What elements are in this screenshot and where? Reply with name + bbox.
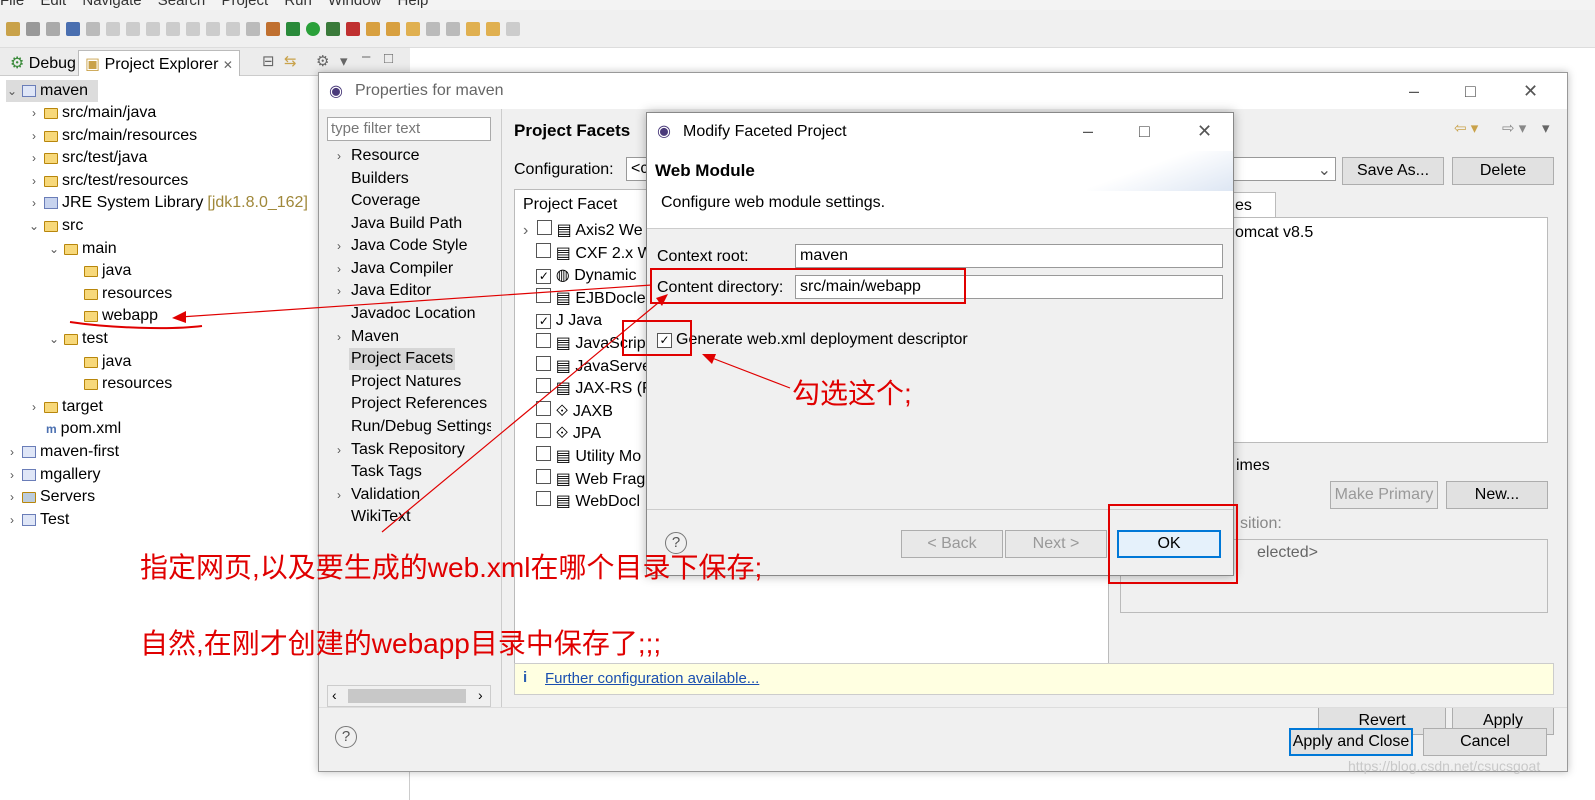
annotation-naturally: 自然,在刚才创建的webapp目录中保存了;;; bbox=[140, 628, 662, 659]
checkbox-highlight bbox=[622, 320, 692, 356]
content-directory-highlight bbox=[650, 268, 966, 304]
underline-stroke bbox=[69, 321, 203, 330]
arrow-head bbox=[172, 311, 186, 323]
arrow-line bbox=[711, 357, 791, 389]
arrow-head bbox=[702, 354, 716, 364]
watermark: https://blog.csdn.net/csucsgoat bbox=[1348, 758, 1541, 774]
arrow-line bbox=[179, 284, 653, 318]
annotation-specify: 指定网页,以及要生成的web.xml在哪个目录下保存; bbox=[140, 552, 763, 583]
ok-highlight bbox=[1108, 504, 1238, 584]
annotation-check-this: 勾选这个; bbox=[792, 378, 912, 409]
